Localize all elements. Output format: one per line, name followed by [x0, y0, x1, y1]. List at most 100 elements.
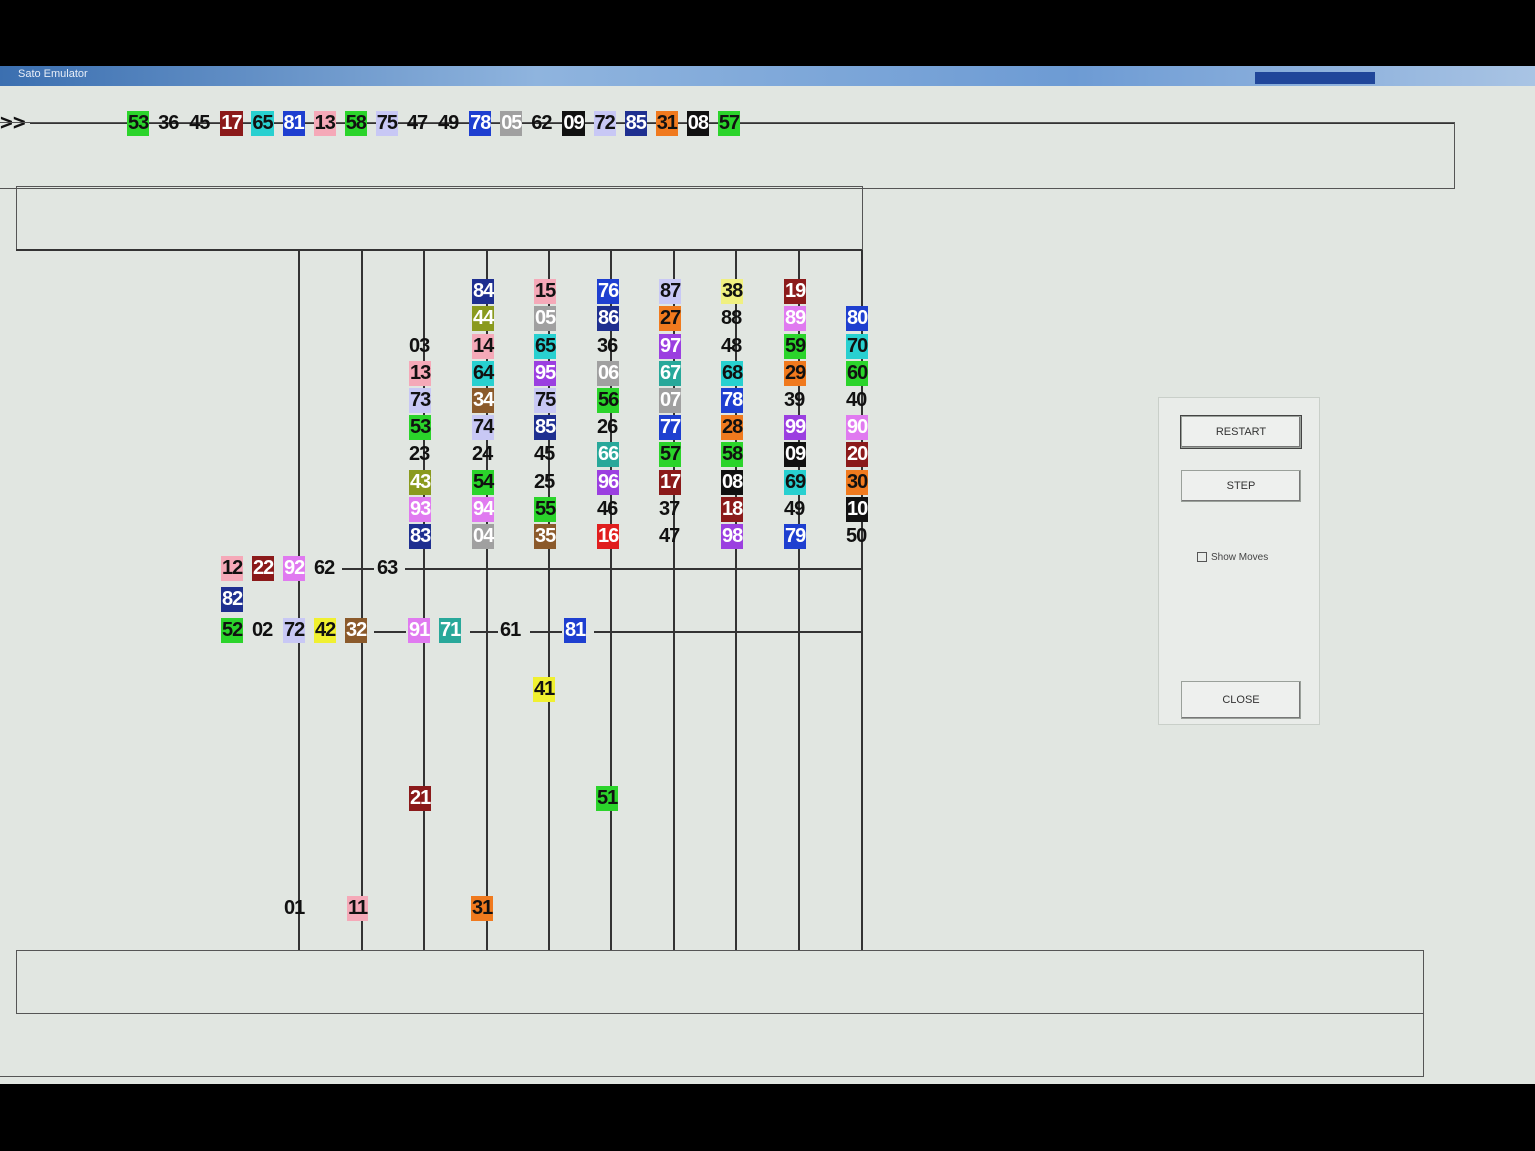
sequence-chip[interactable]: 13 — [313, 111, 336, 136]
show-moves-checkbox[interactable]: Show Moves — [1197, 552, 1268, 563]
lower-chain-chip[interactable]: 61 — [500, 618, 521, 643]
link-chip[interactable]: 82 — [221, 587, 243, 612]
lower-chain-chip[interactable]: 72 — [283, 618, 305, 643]
column-chip[interactable]: 59 — [784, 333, 806, 359]
column-chip[interactable]: 99 — [784, 415, 806, 441]
sequence-chip[interactable]: 08 — [686, 111, 709, 136]
floating-chip[interactable]: 51 — [596, 786, 618, 811]
column-chip[interactable]: 44 — [472, 306, 494, 332]
column-chip[interactable]: 26 — [597, 415, 618, 440]
lower-chain-chip[interactable]: 71 — [439, 618, 461, 643]
column-chip[interactable]: 90 — [846, 415, 868, 441]
sequence-chip[interactable]: 53 — [127, 111, 149, 136]
sequence-chip[interactable]: 78 — [469, 111, 491, 136]
column-chip[interactable]: 06 — [597, 360, 619, 386]
column-chip[interactable]: 58 — [721, 442, 743, 468]
column-chip[interactable]: 70 — [846, 333, 868, 359]
lower-chain-chip[interactable]: 32 — [345, 618, 367, 643]
column-chip[interactable]: 96 — [597, 469, 619, 495]
sequence-chip[interactable]: 65 — [251, 111, 274, 136]
column-chip[interactable]: 83 — [409, 524, 431, 549]
column-chip[interactable]: 04 — [472, 524, 494, 549]
sequence-chip[interactable]: 57 — [717, 111, 740, 136]
column-chip[interactable]: 64 — [472, 360, 494, 386]
column-chip[interactable]: 47 — [659, 524, 680, 549]
column-chip[interactable]: 19 — [784, 279, 806, 305]
upper-chain-chip[interactable]: 63 — [377, 556, 398, 581]
upper-chain-chip[interactable]: 92 — [283, 556, 305, 581]
lower-chain-chip[interactable]: 02 — [252, 618, 273, 643]
sequence-chip[interactable]: 05 — [500, 111, 522, 136]
floating-chip[interactable]: 01 — [284, 896, 305, 921]
column-chip[interactable]: 67 — [659, 360, 681, 386]
column-chip[interactable]: 28 — [721, 415, 743, 441]
column-chip[interactable]: 56 — [597, 388, 619, 413]
upper-chain-chip[interactable]: 22 — [252, 556, 274, 581]
column-chip[interactable]: 88 — [721, 306, 742, 331]
sequence-chip[interactable]: 75 — [375, 111, 398, 136]
column-chip[interactable]: 94 — [472, 496, 494, 522]
column-chip[interactable]: 89 — [784, 306, 806, 332]
column-chip[interactable]: 50 — [846, 524, 867, 549]
column-chip[interactable]: 34 — [472, 388, 494, 413]
column-chip[interactable]: 98 — [721, 524, 743, 549]
column-chip[interactable]: 68 — [721, 360, 743, 386]
column-chip[interactable]: 39 — [784, 388, 805, 413]
column-chip[interactable]: 55 — [534, 496, 556, 522]
sequence-chip[interactable]: 85 — [624, 111, 647, 136]
upper-chain-chip[interactable]: 12 — [221, 556, 243, 581]
column-chip[interactable]: 87 — [659, 279, 681, 305]
column-chip[interactable]: 93 — [409, 496, 431, 522]
column-chip[interactable]: 75 — [534, 388, 556, 413]
column-chip[interactable]: 46 — [597, 497, 618, 522]
column-chip[interactable]: 76 — [597, 279, 619, 305]
checkbox-box[interactable] — [1197, 552, 1207, 563]
floating-chip[interactable]: 31 — [471, 896, 493, 921]
column-chip[interactable]: 53 — [409, 415, 431, 441]
column-chip[interactable]: 03 — [409, 334, 430, 359]
sequence-chip[interactable]: 31 — [655, 111, 678, 136]
column-chip[interactable]: 84 — [472, 279, 494, 305]
column-chip[interactable]: 80 — [846, 306, 868, 332]
column-chip[interactable]: 77 — [659, 415, 681, 441]
column-chip[interactable]: 17 — [659, 469, 681, 495]
column-chip[interactable]: 35 — [534, 524, 556, 549]
column-chip[interactable]: 54 — [472, 469, 494, 495]
floating-chip[interactable]: 41 — [533, 677, 555, 702]
column-chip[interactable]: 65 — [534, 333, 556, 359]
upper-chain-chip[interactable]: 62 — [314, 556, 335, 581]
step-button[interactable]: STEP — [1181, 470, 1301, 502]
column-chip[interactable]: 13 — [409, 360, 431, 386]
column-chip[interactable]: 69 — [784, 469, 806, 495]
column-chip[interactable]: 30 — [846, 469, 868, 495]
column-chip[interactable]: 27 — [659, 306, 681, 332]
column-chip[interactable]: 23 — [409, 442, 430, 467]
sequence-chip[interactable]: 09 — [562, 111, 585, 136]
lower-chain-chip[interactable]: 81 — [564, 618, 586, 643]
column-chip[interactable]: 78 — [721, 388, 743, 413]
column-chip[interactable]: 66 — [597, 442, 619, 468]
column-chip[interactable]: 38 — [721, 279, 743, 305]
column-chip[interactable]: 49 — [784, 497, 805, 522]
lower-chain-chip[interactable]: 52 — [221, 618, 243, 643]
column-chip[interactable]: 79 — [784, 524, 806, 549]
column-chip[interactable]: 45 — [534, 442, 555, 467]
column-chip[interactable]: 40 — [846, 388, 867, 413]
column-chip[interactable]: 20 — [846, 442, 868, 468]
column-chip[interactable]: 36 — [597, 334, 618, 359]
column-chip[interactable]: 15 — [534, 279, 556, 305]
sequence-chip[interactable]: 47 — [407, 111, 428, 136]
column-chip[interactable]: 09 — [784, 442, 806, 468]
lower-chain-chip[interactable]: 91 — [408, 618, 430, 643]
sequence-chip[interactable]: 72 — [593, 111, 616, 136]
sequence-chip[interactable]: 62 — [531, 111, 552, 136]
column-chip[interactable]: 74 — [472, 415, 494, 441]
column-chip[interactable]: 16 — [597, 524, 619, 549]
column-chip[interactable]: 18 — [721, 496, 743, 522]
column-chip[interactable]: 10 — [846, 496, 868, 522]
column-chip[interactable]: 24 — [472, 442, 493, 467]
column-chip[interactable]: 43 — [409, 469, 431, 495]
column-chip[interactable]: 07 — [659, 388, 681, 413]
sequence-chip[interactable]: 17 — [220, 111, 243, 136]
column-chip[interactable]: 97 — [659, 333, 681, 359]
